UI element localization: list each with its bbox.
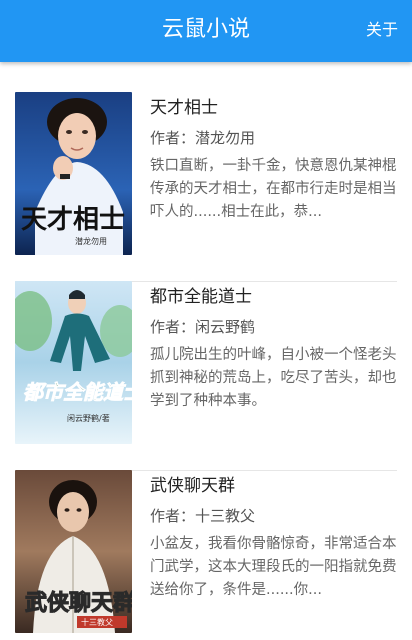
cover-author-text: 十三教父 (81, 617, 113, 627)
cover-title-text: 都市全能道士 (23, 380, 132, 404)
book-cover-image[interactable]: 天才相士 潜龙勿用 (15, 92, 132, 255)
book-cover-image[interactable]: 都市全能道士 闲云野鹤/著 (15, 281, 132, 444)
book-author: 作者：十三教父 (150, 507, 256, 525)
book-list: 天才相士 潜龙勿用 天才相士 作者：潜龙勿用 铁口直断，一卦千金，快意恩仇某神棍… (0, 62, 412, 640)
cover-author-text: 闲云野鹤/著 (67, 413, 110, 423)
book-title[interactable]: 都市全能道士 (150, 285, 400, 309)
book-item-tiancai-xiangshi[interactable]: 天才相士 潜龙勿用 天才相士 作者：潜龙勿用 铁口直断，一卦千金，快意恩仇某神棍… (15, 92, 397, 282)
cover-title-text: 天才相士 (21, 205, 125, 235)
book-description: 小盆友，我看你骨骼惊奇，非常适合本门武学，这本大理段氏的一阳指就免费送给你了，条… (150, 536, 397, 598)
book-author: 作者：潜龙勿用 (150, 129, 256, 147)
book-title[interactable]: 天才相士 (150, 96, 400, 120)
book-cover-art: 武侠聊天群 十三教父 (15, 470, 132, 633)
cover-title-text: 武侠聊天群 (25, 590, 132, 616)
book-title[interactable]: 武侠聊天群 (150, 474, 400, 498)
about-link[interactable]: 关于 (366, 18, 398, 42)
book-author: 作者：闲云野鹤 (150, 318, 256, 336)
book-cover-image[interactable]: 武侠聊天群 十三教父 (15, 470, 132, 633)
book-description: 孤儿院出生的叶峰，自小被一个怪老头抓到神秘的荒岛上，吃尽了苦头，却也学到了种种本… (150, 347, 397, 409)
app-bar: 云鼠小说 关于 (0, 0, 412, 62)
book-cover-art: 天才相士 潜龙勿用 (15, 92, 132, 255)
book-cover-art: 都市全能道士 闲云野鹤/著 (15, 281, 132, 444)
book-item-wuxia-liaotianqun[interactable]: 武侠聊天群 十三教父 武侠聊天群 作者：十三教父 小盆友，我看你骨骼惊奇，非常适… (15, 470, 397, 640)
book-description: 铁口直断，一卦千金，快意恩仇某神棍传承的天才相士，在都市行走时是相当吓人的...… (150, 158, 397, 220)
book-item-dushi-quanneng-daoshi[interactable]: 都市全能道士 闲云野鹤/著 都市全能道士 作者：闲云野鹤 孤儿院出生的叶峰，自小… (15, 281, 397, 471)
app-title: 云鼠小说 (161, 17, 250, 42)
